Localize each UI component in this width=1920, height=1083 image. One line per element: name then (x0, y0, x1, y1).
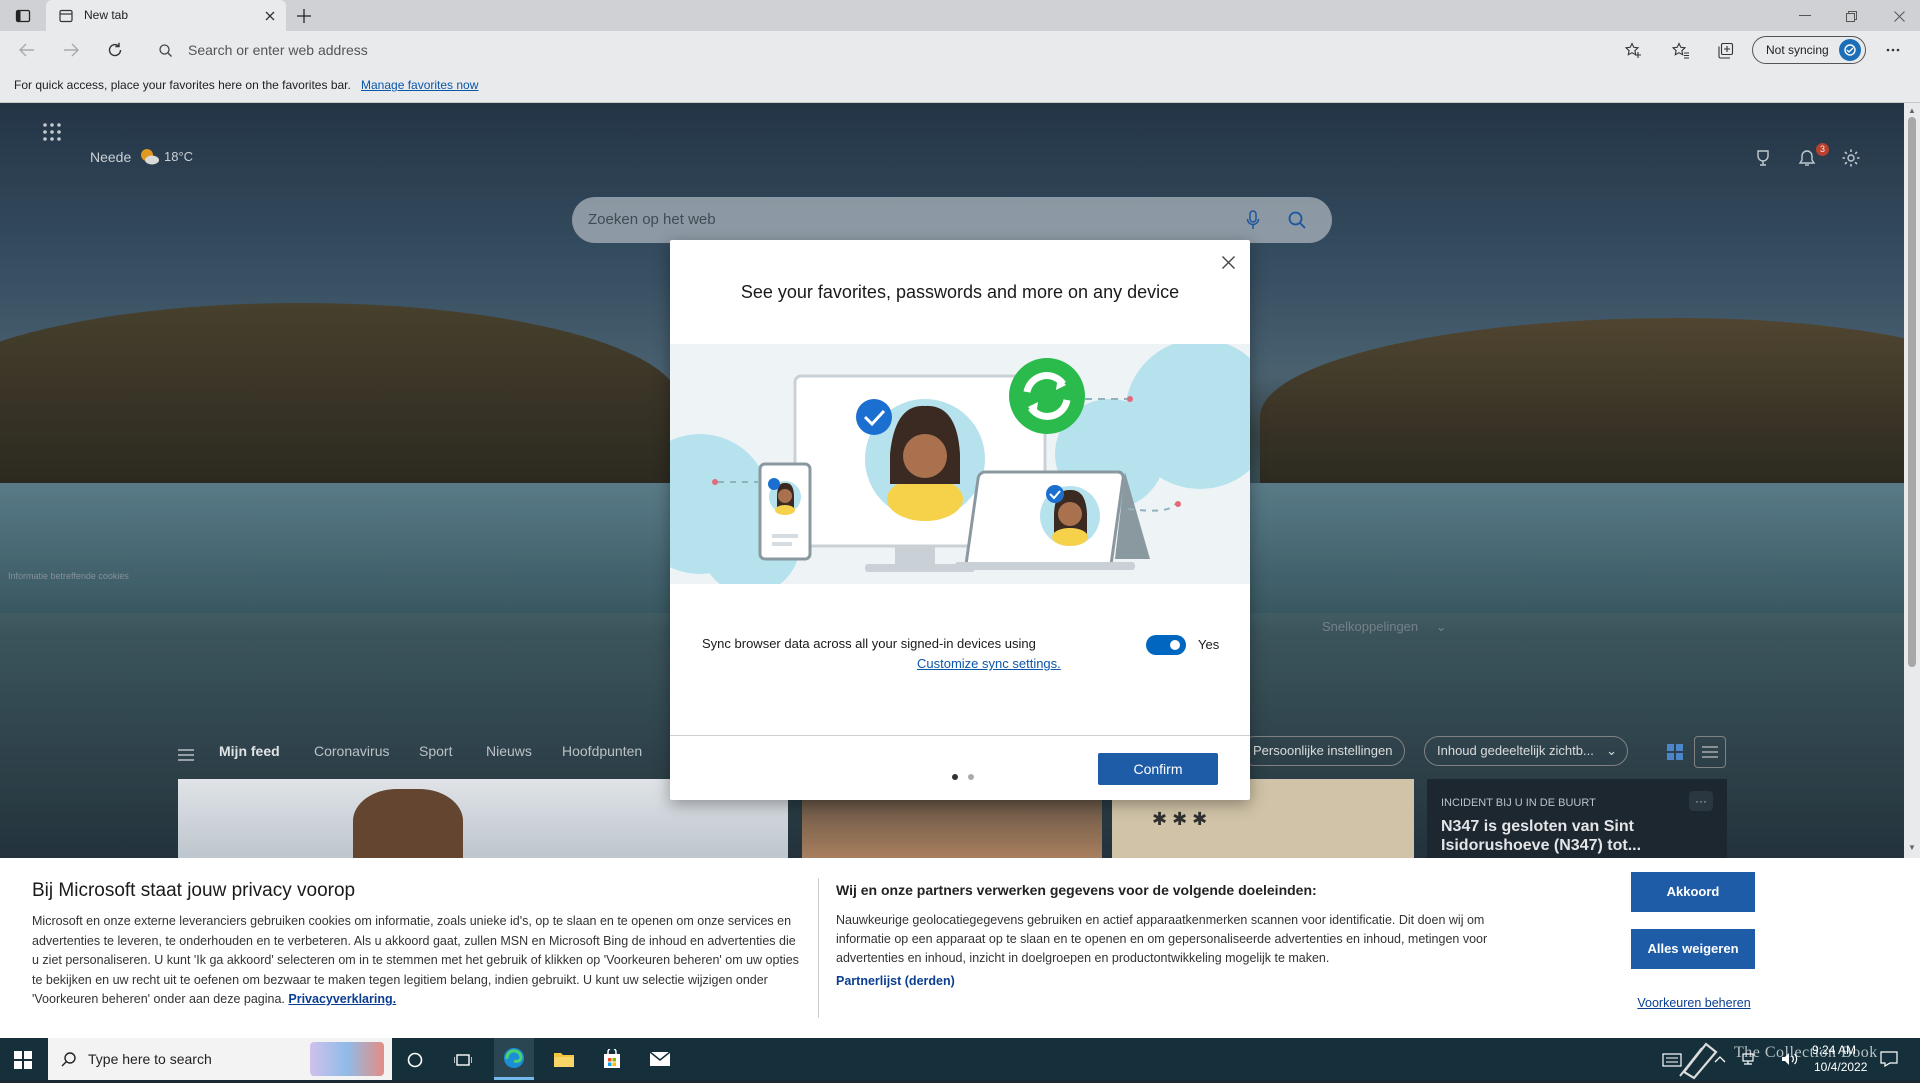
purposes-body: Nauwkeurige geolocatiegegevens gebruiken… (836, 913, 1488, 965)
minimize-icon[interactable] (1790, 6, 1820, 26)
reject-all-button[interactable]: Alles weigeren (1631, 929, 1755, 969)
scroll-up-icon[interactable]: ▲ (1908, 106, 1916, 115)
windows-start-icon[interactable] (12, 1049, 34, 1071)
taskbar: Type here to search The Collection Book … (0, 1038, 1920, 1080)
more-options-icon[interactable] (1882, 40, 1904, 60)
search-icon (60, 1050, 78, 1068)
network-icon[interactable] (1738, 1050, 1758, 1068)
favorites-bar-hint: For quick access, place your favorites h… (14, 78, 351, 92)
edge-icon (503, 1047, 525, 1069)
privacy-heading: Bij Microsoft staat jouw privacy voorop (32, 880, 356, 901)
edge-taskbar-button[interactable] (494, 1038, 534, 1080)
dialog-title: See your favorites, passwords and more o… (740, 282, 1180, 302)
sync-button[interactable]: Not syncing (1752, 36, 1866, 64)
close-dialog-icon[interactable] (1218, 252, 1238, 272)
page-dot-active[interactable] (952, 774, 958, 780)
sync-toggle[interactable] (1146, 635, 1186, 655)
refresh-icon[interactable] (104, 40, 126, 60)
mail-icon[interactable] (648, 1048, 672, 1070)
browser-toolbar: Search or enter web address Not syncing (0, 31, 1920, 69)
taskbar-search-box[interactable]: Type here to search (48, 1038, 392, 1080)
sync-toggle-state: Yes (1198, 637, 1220, 652)
file-explorer-icon[interactable] (552, 1048, 576, 1070)
close-tab-icon[interactable] (262, 8, 278, 24)
sync-description: Sync browser data across all your signed… (702, 636, 1036, 651)
notifications-center-icon[interactable] (1878, 1049, 1900, 1069)
new-tab-plus-icon[interactable] (294, 6, 314, 26)
back-icon[interactable] (16, 40, 38, 60)
accept-button[interactable]: Akkoord (1631, 872, 1755, 912)
scrollbar-thumb[interactable] (1908, 117, 1916, 667)
customize-sync-link[interactable]: Customize sync settings. (917, 656, 1061, 671)
address-bar[interactable]: Search or enter web address (144, 35, 1694, 65)
sync-devices-illustration (670, 344, 1250, 584)
tab-new-tab[interactable]: New tab (46, 0, 286, 31)
privacy-banner: Bij Microsoft staat jouw privacy voorop … (0, 858, 1920, 1038)
manage-preferences-link[interactable]: Voorkeuren beheren (1632, 996, 1756, 1010)
sync-button-label: Not syncing (1766, 43, 1829, 57)
privacy-body: Microsoft en onze externe leveranciers g… (32, 912, 802, 1010)
privacy-body-text: Microsoft en onze externe leveranciers g… (32, 914, 799, 1006)
taskbar-search-placeholder: Type here to search (88, 1051, 212, 1067)
privacy-statement-link[interactable]: Privacyverklaring. (288, 992, 396, 1006)
sync-dialog: See your favorites, passwords and more o… (670, 240, 1250, 800)
clock-time[interactable]: 9:24 AM (1812, 1043, 1856, 1057)
restore-icon[interactable] (1836, 6, 1866, 26)
show-hidden-icons-icon[interactable] (1712, 1052, 1728, 1066)
favorites-icon[interactable] (1670, 39, 1692, 61)
add-favorite-icon[interactable] (1624, 41, 1642, 59)
page-indicator (952, 768, 974, 783)
page-scrollbar[interactable]: ▲ ▼ (1904, 103, 1920, 858)
clock-date[interactable]: 10/4/2022 (1814, 1060, 1867, 1074)
tab-title: New tab (84, 8, 129, 22)
confirm-button[interactable]: Confirm (1098, 753, 1218, 785)
scroll-down-icon[interactable]: ▼ (1908, 843, 1916, 852)
search-highlight-illustration (310, 1042, 384, 1076)
tab-actions-icon[interactable] (14, 7, 32, 25)
cortana-icon[interactable] (404, 1049, 426, 1071)
new-tab-page-icon (58, 8, 74, 24)
address-placeholder: Search or enter web address (188, 42, 368, 58)
partners-link[interactable]: Partnerlijst (derden) (836, 974, 955, 988)
manage-favorites-link[interactable]: Manage favorites now (361, 78, 478, 92)
tab-strip: New tab (0, 0, 1920, 31)
privacy-divider (818, 878, 819, 1018)
volume-icon[interactable] (1780, 1050, 1800, 1068)
task-view-icon[interactable] (452, 1049, 474, 1071)
search-icon (158, 43, 172, 57)
sync-illustration (670, 344, 1250, 584)
sync-toggle-knob (1170, 640, 1180, 650)
collections-icon[interactable] (1714, 39, 1736, 61)
forward-icon[interactable] (60, 40, 82, 60)
favorites-bar: For quick access, place your favorites h… (0, 69, 1920, 103)
close-window-icon[interactable] (1884, 6, 1914, 26)
page-dot-inactive[interactable] (967, 774, 974, 780)
microsoft-store-icon[interactable] (600, 1047, 624, 1071)
profile-avatar-icon (1839, 39, 1861, 61)
purposes-heading: Wij en onze partners verwerken gegevens … (836, 882, 1317, 898)
dialog-divider (670, 735, 1250, 736)
